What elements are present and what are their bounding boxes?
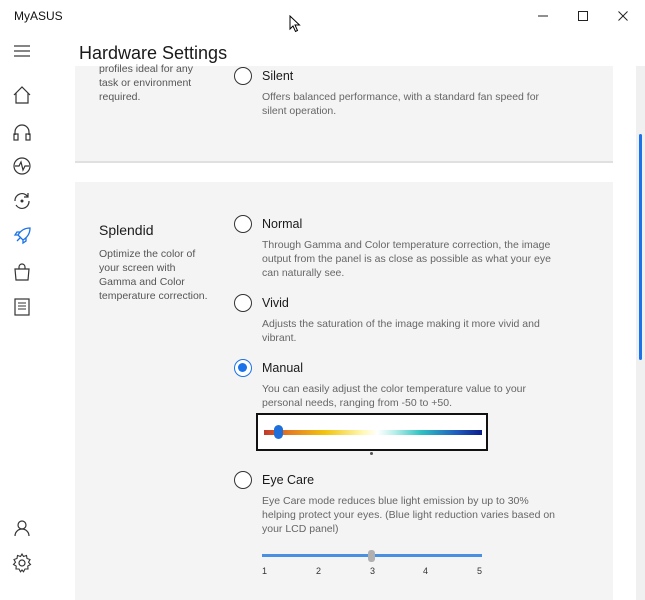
title-bar: MyASUS: [0, 0, 645, 33]
rocket-icon[interactable]: [11, 225, 33, 247]
close-button[interactable]: [600, 0, 645, 32]
color-temperature-thumb[interactable]: [274, 425, 283, 439]
color-temperature-slider-box: [256, 413, 488, 451]
eye-care-tick-label: 5: [477, 566, 483, 576]
sync-icon[interactable]: [11, 190, 33, 212]
normal-radio[interactable]: [234, 215, 252, 233]
eye-care-tick-label: 2: [316, 566, 322, 576]
mouse-cursor-icon: [289, 15, 301, 33]
eye-care-label: Eye Care: [262, 473, 315, 487]
close-icon: [618, 11, 628, 21]
store-bag-icon[interactable]: [11, 261, 33, 283]
manual-label: Manual: [262, 361, 303, 375]
section-divider: [75, 161, 613, 163]
vivid-radio[interactable]: [234, 294, 252, 312]
scrollbar-thumb[interactable]: [639, 134, 642, 360]
hamburger-menu-icon[interactable]: [11, 40, 33, 62]
eye-care-desc: Eye Care mode reduces blue light emissio…: [262, 495, 556, 535]
vivid-desc: Adjusts the saturation of the image maki…: [262, 318, 540, 344]
diagnostics-icon[interactable]: [11, 155, 33, 177]
temperature-center-mark: [370, 452, 373, 455]
eye-care-tick-label: 4: [423, 566, 429, 576]
eye-care-tick-label: 1: [262, 566, 268, 576]
manual-radio[interactable]: [234, 359, 252, 377]
eye-care-level-thumb[interactable]: [368, 550, 375, 562]
user-icon[interactable]: [11, 517, 33, 539]
app-name: MyASUS: [14, 9, 63, 23]
normal-label: Normal: [262, 217, 303, 231]
home-icon[interactable]: [11, 84, 33, 106]
manual-desc: You can easily adjust the color temperat…: [262, 383, 527, 409]
silent-desc: Offers balanced performance, with a stan…: [262, 91, 540, 117]
headset-icon[interactable]: [11, 121, 33, 143]
silent-label: Silent: [262, 69, 294, 83]
page-title: Hardware Settings: [79, 43, 228, 63]
eye-care-tick-label: 3: [370, 566, 376, 576]
minimize-icon: [538, 15, 548, 17]
settings-gear-icon[interactable]: [11, 552, 33, 574]
normal-desc: Through Gamma and Color temperature corr…: [262, 239, 551, 279]
news-icon[interactable]: [11, 296, 33, 318]
sidebar: [0, 32, 46, 600]
fan-section-desc: profiles ideal for any task or environme…: [99, 63, 193, 103]
eye-care-radio[interactable]: [234, 471, 252, 489]
vivid-label: Vivid: [262, 296, 289, 310]
color-temperature-track[interactable]: [264, 430, 482, 435]
maximize-icon: [578, 11, 588, 21]
splendid-desc: Optimize the color of your screen with G…: [99, 248, 208, 302]
splendid-title: Splendid: [99, 222, 154, 238]
silent-radio[interactable]: [234, 67, 252, 85]
